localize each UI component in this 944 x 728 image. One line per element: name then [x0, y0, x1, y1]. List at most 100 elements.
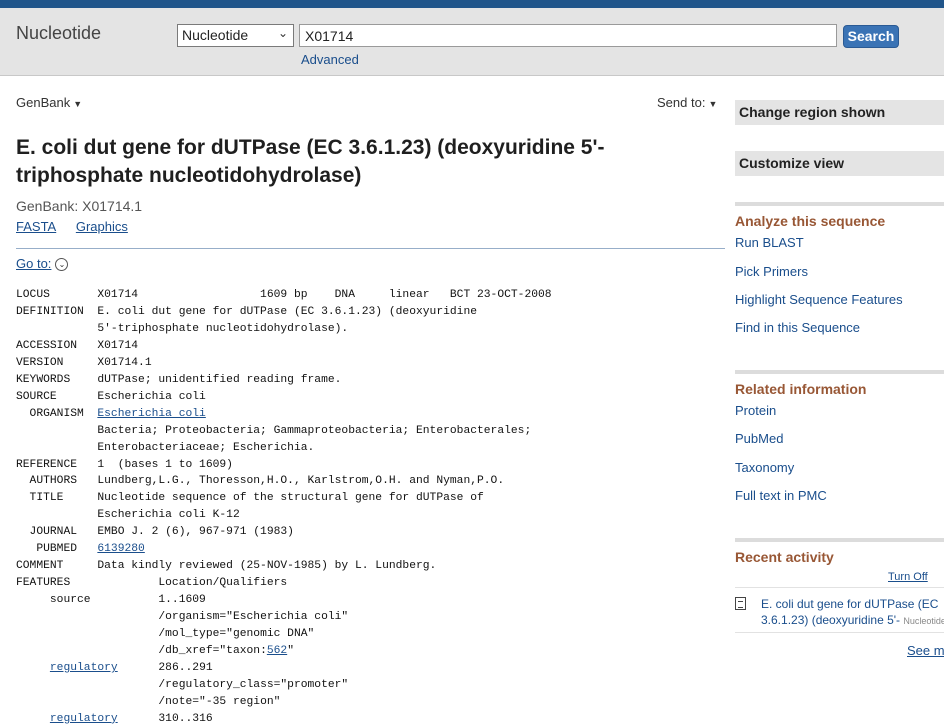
database-select[interactable]: Nucleotide ⌄ [177, 24, 294, 47]
genbank-line: 5'-triphosphate nucleotidohydrolase). [16, 321, 552, 338]
genbank-field-key [118, 713, 159, 725]
genbank-field-value: X01714.1 [97, 356, 152, 369]
genbank-field-key: ORGANISM [16, 407, 98, 420]
genbank-field-key [16, 696, 158, 708]
genbank-field-value: 1 (bases 1 to 1609) [97, 458, 233, 471]
genbank-field-value: /organism="Escherichia coli" [158, 611, 349, 624]
divider [735, 632, 944, 633]
fasta-link[interactable]: FASTA [16, 219, 56, 234]
customize-view-panel[interactable]: Customize view [735, 151, 944, 176]
genbank-field-value: 310..316 [158, 712, 213, 725]
genbank-line: DEFINITION E. coli dut gene for dUTPase … [16, 304, 552, 321]
accession-version: GenBank: X01714.1 [16, 198, 143, 214]
section-bar [735, 370, 944, 374]
genbank-field-value: 286..291 [158, 661, 213, 674]
genbank-field-key: LOCUS [16, 289, 98, 301]
goto-menu[interactable]: Go to: ⌄ [16, 256, 69, 272]
genbank-line: JOURNAL EMBO J. 2 (6), 967-971 (1983) [16, 524, 552, 541]
genbank-line: VERSION X01714.1 [16, 355, 552, 372]
pick-primers-link[interactable]: Pick Primers [735, 264, 808, 279]
genbank-line: /mol_type="genomic DNA" [16, 626, 552, 643]
genbank-field-key [16, 628, 158, 640]
recent-item-database: Nucleotide [903, 616, 944, 626]
search-button[interactable]: Search [843, 25, 899, 48]
record-title: E. coli dut gene for dUTPase (EC 3.6.1.2… [16, 136, 605, 187]
genbank-field-value: X01714 1609 bp DNA linear BCT 23-OCT-200… [97, 289, 552, 301]
genbank-line: ACCESSION X01714 [16, 338, 552, 355]
advanced-search-link[interactable]: Advanced [301, 52, 359, 67]
view-links: FASTA Graphics [16, 219, 144, 234]
search-input[interactable] [299, 24, 837, 47]
turn-off-link[interactable]: Turn Off [888, 571, 928, 583]
genbank-line: SOURCE Escherichia coli [16, 389, 552, 406]
top-accent-bar [0, 0, 944, 8]
genbank-line: TITLE Nucleotide sequence of the structu… [16, 490, 552, 507]
genbank-line: /organism="Escherichia coli" [16, 609, 552, 626]
genbank-field-key: TITLE [16, 492, 98, 505]
related-section-title: Related information [735, 381, 867, 397]
genbank-field-value: 5'-triphosphate nucleotidohydrolase). [97, 322, 349, 335]
see-more-link[interactable]: See more... [907, 643, 944, 658]
genbank-link[interactable]: 562 [267, 645, 287, 657]
genbank-link[interactable]: Escherichia coli [97, 408, 205, 420]
send-to-menu[interactable]: Send to: ▼ [657, 95, 717, 110]
database-select-value: Nucleotide [182, 27, 249, 43]
pubmed-link[interactable]: PubMed [735, 431, 783, 446]
genbank-field-value: /mol_type="genomic DNA" [158, 628, 315, 641]
genbank-field-value: Lundberg,L.G., Thoresson,H.O., Karlstrom… [97, 475, 505, 488]
genbank-line: ORGANISM Escherichia coli [16, 406, 552, 423]
chevron-down-icon: ⌄ [277, 26, 288, 40]
genbank-line: Enterobacteriaceae; Escherichia. [16, 440, 552, 457]
goto-label: Go to: [16, 256, 52, 271]
genbank-field-key: PUBMED [16, 543, 98, 556]
genbank-line: Bacteria; Proteobacteria; Gammaproteobac… [16, 423, 552, 440]
genbank-line: /regulatory_class="promoter" [16, 677, 552, 694]
highlight-features-link[interactable]: Highlight Sequence Features [735, 292, 903, 307]
caret-down-icon: ▼ [73, 99, 83, 109]
genbank-field-value: EMBO J. 2 (6), 967-971 (1983) [97, 526, 294, 539]
genbank-line: PUBMED 6139280 [16, 541, 552, 558]
genbank-field-key [16, 442, 97, 454]
recent-item-title-line2: 3.6.1.23) (deoxyuridine 5'- Nucleotide [761, 613, 944, 627]
format-menu-label: GenBank [16, 95, 71, 110]
recent-activity-item[interactable]: E. coli dut gene for dUTPase (EC 3.6.1.2… [761, 596, 944, 629]
genbank-line: AUTHORS Lundberg,L.G., Thoresson,H.O., K… [16, 473, 552, 490]
genbank-field-key: SOURCE [16, 390, 98, 403]
section-bar [735, 538, 944, 542]
genbank-line: LOCUS X01714 1609 bp DNA linear BCT 23-O… [16, 287, 552, 304]
genbank-field-key: COMMENT [16, 560, 98, 573]
genbank-field-value: Escherichia coli [97, 390, 206, 403]
genbank-field-key [16, 679, 158, 691]
genbank-line: REFERENCE 1 (bases 1 to 1609) [16, 457, 552, 474]
change-region-panel[interactable]: Change region shown [735, 100, 944, 125]
graphics-link[interactable]: Graphics [76, 219, 128, 234]
feature-key-link[interactable]: regulatory [50, 713, 118, 725]
genbank-line: /db_xref="taxon:562" [16, 643, 552, 660]
genbank-line: Escherichia coli K-12 [16, 507, 552, 524]
genbank-field-value: Enterobacteriaceae; Escherichia. [97, 441, 315, 454]
genbank-field-key [16, 645, 158, 657]
genbank-field-key: AUTHORS [16, 475, 98, 488]
genbank-field-key [16, 509, 97, 521]
genbank-link[interactable]: 6139280 [97, 543, 144, 555]
document-icon [735, 597, 746, 610]
find-in-sequence-link[interactable]: Find in this Sequence [735, 320, 860, 335]
send-to-label: Send to: [657, 95, 706, 110]
section-divider [16, 248, 725, 249]
genbank-field-key: source [16, 594, 159, 607]
genbank-field-key: ACCESSION [16, 339, 98, 352]
feature-key-link[interactable]: regulatory [50, 662, 118, 674]
chevron-down-circle-icon: ⌄ [55, 258, 69, 272]
genbank-field-value: X01714 [97, 339, 139, 352]
format-menu[interactable]: GenBank ▼ [16, 95, 82, 110]
genbank-line: KEYWORDS dUTPase; unidentified reading f… [16, 372, 552, 389]
taxonomy-link[interactable]: Taxonomy [735, 460, 794, 475]
genbank-field-value: Nucleotide sequence of the structural ge… [97, 492, 484, 505]
genbank-field-key: FEATURES [16, 577, 159, 590]
protein-link[interactable]: Protein [735, 403, 776, 418]
recent-item-title-line1: E. coli dut gene for dUTPase (EC [761, 597, 939, 611]
genbank-field-key [16, 323, 97, 335]
genbank-field-key: VERSION [16, 356, 98, 369]
run-blast-link[interactable]: Run BLAST [735, 235, 804, 250]
full-text-pmc-link[interactable]: Full text in PMC [735, 488, 827, 503]
